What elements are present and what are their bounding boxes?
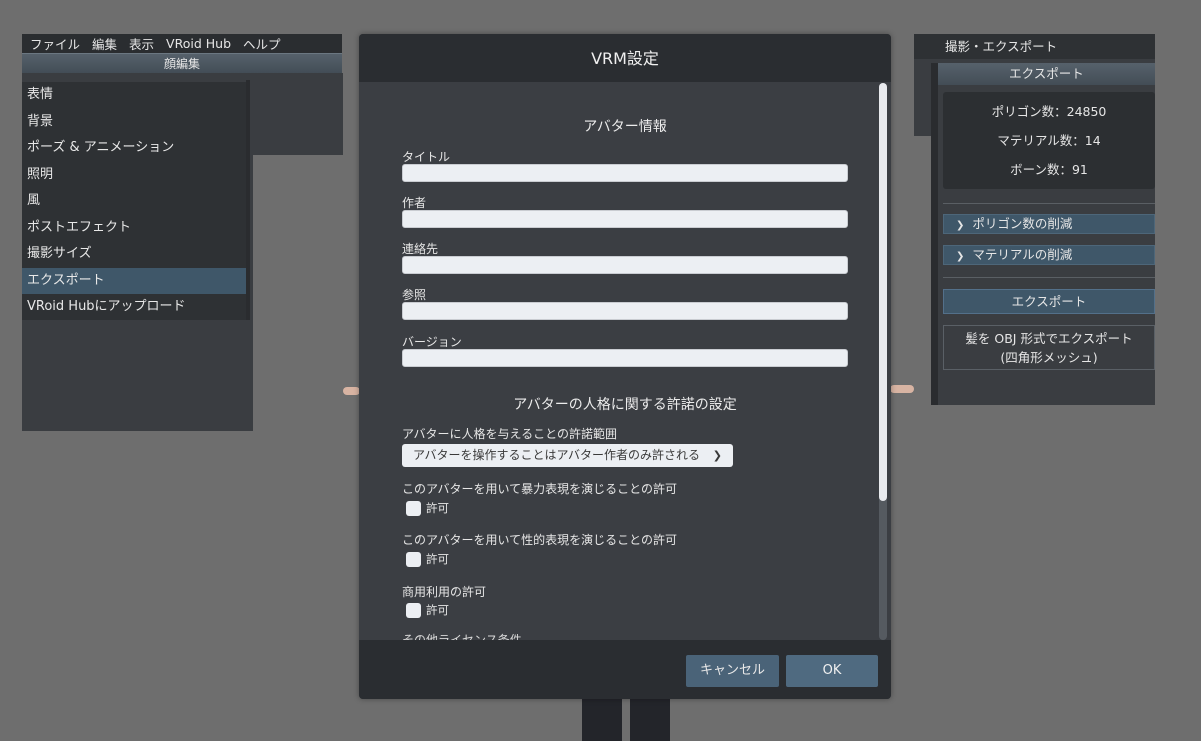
other-license-label: その他ライセンス条件	[402, 633, 522, 640]
violence-allow-checkbox[interactable]	[406, 500, 421, 516]
dialog-scrollbar[interactable]	[879, 83, 887, 640]
title-input[interactable]	[402, 164, 848, 182]
dialog-footer: キャンセル OK	[359, 640, 891, 699]
cancel-button[interactable]: キャンセル	[686, 655, 779, 687]
violence-permission: 許可	[406, 500, 449, 516]
export-section-header: エクスポート	[938, 63, 1155, 85]
nav-item-export[interactable]: エクスポート	[22, 267, 246, 294]
material-count: マテリアル数：14	[997, 133, 1101, 148]
dialog-body: アバター情報 タイトル 作者 連絡先 参照 バージョン アバターの人格に関する許…	[359, 82, 891, 640]
dialog-title: VRM設定	[359, 34, 891, 82]
chevron-down-icon: ❯	[712, 449, 722, 462]
avatar-left-hand	[343, 387, 360, 395]
polygon-reduction-label: ポリゴン数の削減	[972, 216, 1073, 231]
menu-file[interactable]: ファイル	[30, 34, 80, 53]
persona-label: アバターに人格を与えることの許諾範囲	[402, 427, 618, 441]
material-reduction-toggle[interactable]: ❯ マテリアルの削減	[943, 245, 1155, 265]
menu-view[interactable]: 表示	[129, 34, 154, 53]
violence-label: このアバターを用いて暴力表現を演じることの許可	[402, 482, 678, 496]
author-label: 作者	[402, 196, 427, 210]
left-panel-header: 顔編集	[22, 53, 342, 73]
menu-help[interactable]: ヘルプ	[243, 34, 281, 53]
right-panel-title: 撮影・エクスポート	[914, 34, 1155, 59]
nav-item-post-effect[interactable]: ポストエフェクト	[22, 215, 246, 242]
menu-edit[interactable]: 編集	[92, 34, 117, 53]
commercial-permission: 許可	[406, 602, 449, 618]
menu-bar: ファイル 編集 表示 VRoid Hub ヘルプ	[22, 34, 342, 53]
ok-button[interactable]: OK	[786, 655, 878, 687]
persona-select[interactable]: アバターを操作することはアバター作者のみ許される ❯	[402, 444, 733, 467]
model-stats: ポリゴン数：24850 マテリアル数：14 ボーン数：91	[943, 92, 1155, 189]
left-panel-strip	[253, 73, 343, 155]
sexual-allow-checkbox[interactable]	[406, 551, 421, 567]
camera-export-nav: 表情 背景 ポーズ & アニメーション 照明 風 ポストエフェクト 撮影サイズ …	[22, 82, 246, 320]
hair-export-label-line1: 髪を OBJ 形式でエクスポート	[965, 331, 1133, 346]
right-panel-strip	[931, 63, 938, 405]
contact-label: 連絡先	[402, 242, 439, 256]
avatar-info-title: アバター情報	[583, 119, 667, 135]
nav-item-lighting[interactable]: 照明	[22, 162, 246, 189]
contact-input[interactable]	[402, 256, 848, 274]
nav-item-capture-size[interactable]: 撮影サイズ	[22, 241, 246, 268]
author-input[interactable]	[402, 210, 848, 228]
reference-input[interactable]	[402, 302, 848, 320]
nav-item-wind[interactable]: 風	[22, 188, 246, 215]
polygon-reduction-toggle[interactable]: ❯ ポリゴン数の削減	[943, 214, 1155, 234]
bone-count: ボーン数：91	[1010, 162, 1088, 177]
nav-item-vroid-hub-upload[interactable]: VRoid Hubにアップロード	[22, 294, 246, 321]
version-label: バージョン	[402, 335, 462, 349]
menu-vroid-hub[interactable]: VRoid Hub	[166, 36, 231, 51]
avatar-right-hand	[890, 385, 914, 393]
hair-obj-export-button[interactable]: 髪を OBJ 形式でエクスポート (四角形メッシュ)	[943, 325, 1155, 370]
nav-item-pose-animation[interactable]: ポーズ & アニメーション	[22, 135, 246, 162]
material-reduction-label: マテリアルの削減	[972, 247, 1073, 262]
separator	[943, 277, 1155, 278]
chevron-down-icon: ❯	[956, 251, 965, 262]
left-panel-divider	[246, 80, 250, 320]
version-input[interactable]	[402, 349, 848, 367]
sexual-label: このアバターを用いて性的表現を演じることの許可	[402, 533, 678, 547]
hair-export-label-line2: (四角形メッシュ)	[1000, 350, 1098, 365]
sexual-permission: 許可	[406, 551, 449, 567]
permission-title: アバターの人格に関する許諾の設定	[513, 397, 737, 413]
sexual-allow-label: 許可	[426, 552, 449, 566]
avatar-legs	[578, 699, 674, 741]
violence-allow-label: 許可	[426, 501, 449, 515]
vrm-settings-dialog: VRM設定 アバター情報 タイトル 作者 連絡先 参照 バージョン アバターの人…	[359, 34, 891, 699]
persona-select-value: アバターを操作することはアバター作者のみ許される	[413, 448, 701, 462]
commercial-label: 商用利用の許可	[402, 585, 487, 599]
commercial-allow-label: 許可	[426, 603, 449, 617]
title-label: タイトル	[402, 150, 451, 164]
export-button[interactable]: エクスポート	[943, 289, 1155, 314]
polygon-count: ポリゴン数：24850	[991, 104, 1107, 119]
separator	[943, 203, 1155, 204]
chevron-down-icon: ❯	[956, 220, 965, 231]
nav-item-background[interactable]: 背景	[22, 109, 246, 136]
nav-item-expression[interactable]: 表情	[22, 82, 246, 109]
commercial-allow-checkbox[interactable]	[406, 602, 421, 618]
scrollbar-thumb[interactable]	[879, 83, 887, 501]
reference-label: 参照	[402, 288, 427, 302]
